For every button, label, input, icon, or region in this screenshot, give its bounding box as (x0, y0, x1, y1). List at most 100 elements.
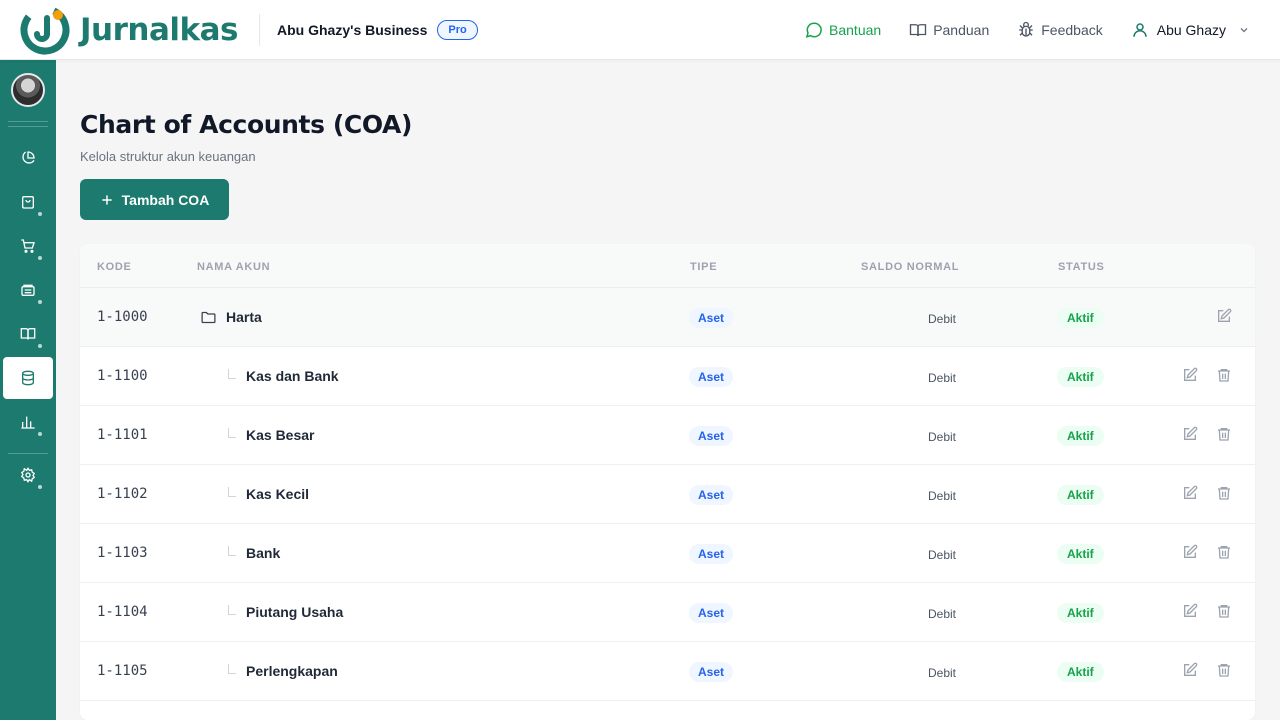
edit-icon[interactable] (1216, 308, 1232, 324)
edit-icon[interactable] (1182, 426, 1198, 442)
user-name: Abu Ghazy (1156, 21, 1226, 38)
trash-icon[interactable] (1216, 367, 1232, 383)
add-coa-button[interactable]: Tambah COA (80, 179, 229, 220)
trash-icon[interactable] (1216, 426, 1232, 442)
trash-icon[interactable] (1216, 662, 1232, 678)
account-name: Perlengkapan (246, 663, 338, 679)
edit-icon[interactable] (1182, 367, 1198, 383)
edit-icon[interactable] (1182, 485, 1198, 501)
tree-connector (228, 487, 236, 497)
add-coa-label: Tambah COA (121, 191, 210, 208)
guide-link[interactable]: Panduan (909, 21, 989, 39)
status-badge: Aktif (1057, 426, 1104, 446)
table-row[interactable]: 1-1100 Kas dan Bank Aset Debit Aktif (80, 347, 1255, 406)
submenu-dot (38, 344, 42, 348)
business-switcher[interactable]: Abu Ghazy's Business Pro (277, 19, 478, 40)
type-badge: Aset (689, 662, 734, 682)
normal-balance: Debit (928, 666, 957, 680)
sidebar-item-sales[interactable] (3, 181, 53, 223)
type-badge: Aset (689, 544, 734, 564)
shopping-bag-icon (22, 196, 34, 209)
table-header: KODE NAMA AKUN TIPE SALDO NORMAL STATUS (80, 244, 1255, 288)
book-icon (20, 328, 36, 340)
top-header: Jurnalkas Abu Ghazy's Business Pro Bantu… (0, 0, 1280, 60)
type-badge: Aset (689, 426, 734, 446)
sidebar-item-dashboard[interactable] (3, 137, 53, 179)
type-badge: Aset (689, 308, 734, 328)
table-row[interactable]: 1-1101 Kas Besar Aset Debit Aktif (80, 406, 1255, 465)
status-badge: Aktif (1057, 603, 1104, 623)
submenu-dot (38, 212, 42, 216)
sidebar-item-journal[interactable] (3, 313, 53, 355)
status-badge: Aktif (1057, 308, 1104, 328)
sidebar-divider (8, 126, 48, 127)
tree-connector (228, 428, 236, 438)
help-link[interactable]: Bantuan (805, 21, 881, 39)
status-badge: Aktif (1057, 544, 1104, 564)
account-code: 1-1000 (97, 309, 148, 325)
edit-icon[interactable] (1182, 544, 1198, 560)
user-icon (1132, 22, 1147, 37)
business-name: Abu Ghazy's Business (277, 21, 428, 38)
table-row[interactable]: 1-1000 Harta Aset Debit Aktif (80, 288, 1255, 347)
feedback-label: Feedback (1041, 21, 1103, 38)
edit-icon[interactable] (1182, 603, 1198, 619)
folder-icon (201, 311, 216, 324)
shopping-cart-icon (21, 239, 35, 253)
table-row[interactable]: 1-1105 Perlengkapan Aset Debit Aktif (80, 642, 1255, 701)
account-code: 1-1105 (97, 663, 148, 679)
account-name: Harta (226, 309, 262, 325)
tree-connector (228, 605, 236, 615)
submenu-dot (38, 485, 42, 489)
submenu-dot (38, 300, 42, 304)
account-code: 1-1104 (97, 604, 148, 620)
status-badge: Aktif (1057, 485, 1104, 505)
tree-connector (228, 664, 236, 674)
bug-icon (1019, 21, 1033, 37)
table-row[interactable]: 1-1103 Bank Aset Debit Aktif (80, 524, 1255, 583)
account-name: Bank (246, 545, 281, 561)
col-tipe: TIPE (690, 261, 718, 273)
trash-icon[interactable] (1216, 485, 1232, 501)
table-row[interactable]: 1-1102 Kas Kecil Aset Debit Aktif (80, 465, 1255, 524)
account-code: 1-1100 (97, 368, 148, 384)
app-logo[interactable]: Jurnalkas (20, 5, 240, 55)
sidebar-item-reports[interactable] (3, 401, 53, 443)
guide-label: Panduan (933, 21, 990, 38)
account-code: 1-1102 (97, 486, 148, 502)
col-saldo-normal: SALDO NORMAL (861, 261, 960, 273)
normal-balance: Debit (928, 489, 957, 503)
trash-icon[interactable] (1216, 603, 1232, 619)
normal-balance: Debit (928, 548, 957, 562)
table-row[interactable]: 1-1104 Piutang Usaha Aset Debit Aktif (80, 583, 1255, 642)
sidebar-item-coa[interactable] (3, 357, 53, 399)
trash-icon[interactable] (1216, 544, 1232, 560)
normal-balance: Debit (928, 312, 957, 326)
normal-balance: Debit (928, 371, 957, 385)
header-divider (259, 13, 260, 46)
edit-icon[interactable] (1182, 662, 1198, 678)
account-name: Piutang Usaha (246, 604, 344, 620)
pie-chart-icon (22, 151, 35, 164)
status-badge: Aktif (1057, 662, 1104, 682)
database-icon (22, 370, 34, 386)
account-name: Kas dan Bank (246, 368, 339, 384)
app-name: Jurnalkas (80, 11, 239, 48)
col-nama-akun: NAMA AKUN (197, 261, 271, 273)
sidebar-divider (8, 121, 48, 122)
type-badge: Aset (689, 367, 734, 387)
avatar[interactable] (11, 73, 45, 107)
sidebar-item-cash[interactable] (3, 269, 53, 311)
page-title: Chart of Accounts (COA) (80, 110, 412, 139)
chevron-down-icon (1240, 27, 1248, 32)
feedback-link[interactable]: Feedback (1017, 21, 1103, 39)
sidebar-item-purchases[interactable] (3, 225, 53, 267)
sidebar-item-settings[interactable] (3, 454, 53, 496)
account-code: 1-1101 (97, 427, 148, 443)
user-menu[interactable]: Abu Ghazy (1131, 21, 1250, 39)
account-code: 1-1103 (97, 545, 148, 561)
wallet-icon (21, 284, 35, 296)
normal-balance: Debit (928, 607, 957, 621)
plus-icon (102, 194, 112, 205)
help-label: Bantuan (829, 21, 882, 38)
